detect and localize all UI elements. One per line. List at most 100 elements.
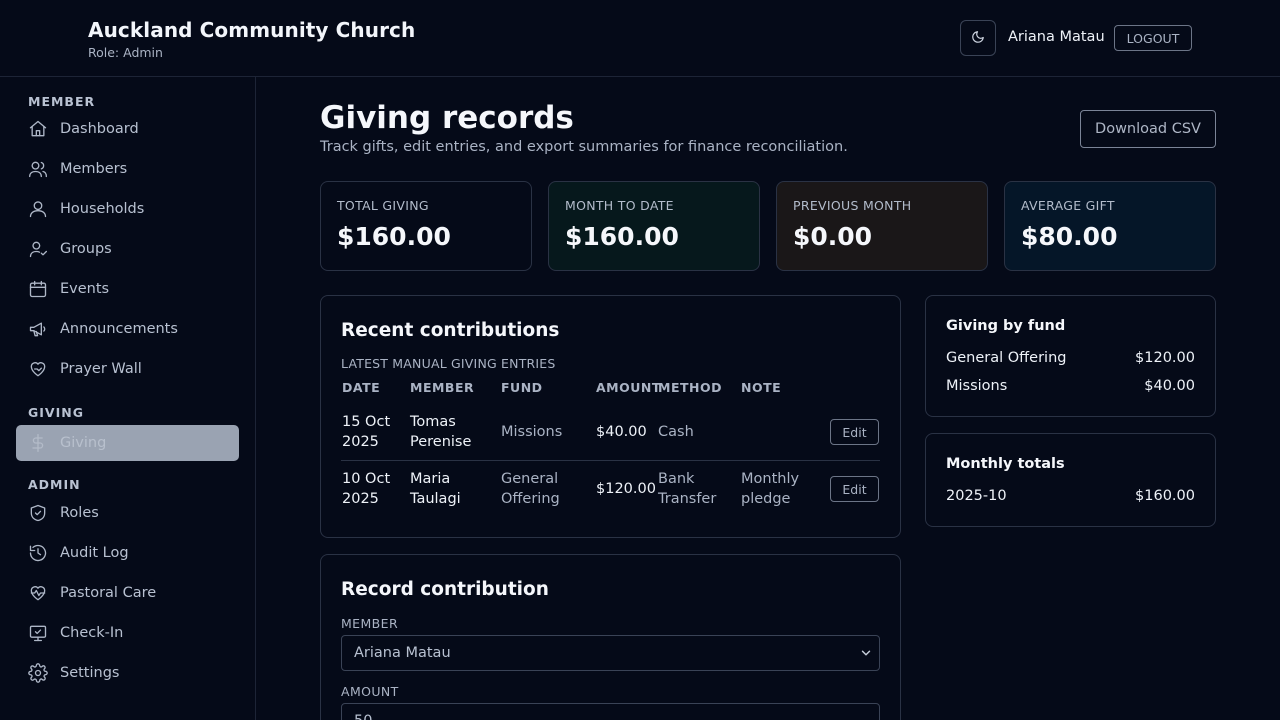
record-contribution-card: Record contribution MEMBER Ariana Matau …	[320, 554, 901, 720]
sidebar-item-label: Groups	[60, 241, 112, 257]
sidebar-item-label: Households	[60, 201, 145, 217]
sidebar-item-announcements[interactable]: Announcements	[16, 311, 239, 347]
sidebar-item-households[interactable]: Households	[16, 191, 239, 227]
edit-button[interactable]: Edit	[830, 419, 879, 445]
top-bar: Auckland Community Church Role: Admin Ar…	[0, 0, 1280, 77]
month-amount: $160.00	[1135, 488, 1195, 504]
sidebar-item-label: Check-In	[60, 625, 124, 641]
sidebar-item-label: Events	[60, 281, 110, 297]
sidebar-item-label: Pastoral Care	[60, 585, 157, 601]
sidebar-item-dashboard[interactable]: Dashboard	[16, 111, 239, 147]
brand: Auckland Community Church Role: Admin	[88, 18, 415, 60]
users-icon	[27, 158, 49, 180]
sidebar-item-giving[interactable]: Giving	[16, 425, 239, 461]
month-name: 2025-10	[946, 488, 1007, 504]
card-title: Recent contributions	[341, 320, 560, 341]
page-title: Giving records	[320, 100, 574, 136]
cell-member: Tomas Perenise	[410, 414, 472, 450]
column-header-fund: FUND	[501, 380, 543, 395]
sidebar-item-audit-log[interactable]: Audit Log	[16, 535, 239, 571]
list-item: 2025-10 $160.00	[946, 488, 1195, 504]
card-title: Giving by fund	[946, 318, 1066, 334]
amount-label: AMOUNT	[341, 684, 399, 699]
sidebar-item-label: Roles	[60, 505, 99, 521]
dollar-icon	[27, 432, 49, 454]
fund-name: Missions	[946, 378, 1008, 394]
sidebar-item-events[interactable]: Events	[16, 271, 239, 307]
section-label-admin: ADMIN	[28, 477, 81, 492]
column-header-amount: AMOUNT	[596, 380, 661, 395]
stat-card-total-giving: TOTAL GIVING $160.00	[320, 181, 532, 271]
stat-value: $160.00	[337, 222, 451, 251]
heart-hands-icon	[27, 358, 49, 380]
sidebar-item-label: Giving	[60, 435, 107, 451]
gear-icon	[27, 662, 49, 684]
stat-value: $160.00	[565, 222, 679, 251]
logout-button[interactable]: LOGOUT	[1114, 25, 1192, 51]
amount-input[interactable]: 50	[341, 703, 880, 720]
fund-amount: $40.00	[1144, 378, 1195, 394]
org-name: Auckland Community Church	[88, 18, 416, 42]
cell-method: Cash	[658, 424, 694, 440]
sidebar-item-label: Announcements	[60, 321, 178, 337]
home-icon	[27, 118, 49, 140]
chevron-down-icon	[859, 646, 873, 664]
column-header-method: METHOD	[658, 380, 722, 395]
fund-name: General Offering	[946, 350, 1067, 366]
download-csv-button[interactable]: Download CSV	[1080, 110, 1216, 148]
stat-value: $80.00	[1021, 222, 1118, 251]
sidebar-item-label: Dashboard	[60, 121, 139, 137]
stat-card-average-gift: AVERAGE GIFT $80.00	[1004, 181, 1216, 271]
user-role: Role: Admin	[88, 45, 163, 60]
list-item: Missions $40.00	[946, 378, 1195, 394]
monthly-totals-card: Monthly totals 2025-10 $160.00	[925, 433, 1216, 527]
row-divider	[341, 460, 880, 461]
sidebar-item-label: Members	[60, 161, 128, 177]
sidebar-item-settings[interactable]: Settings	[16, 655, 239, 691]
recent-contributions-card: Recent contributions LATEST MANUAL GIVIN…	[320, 295, 901, 538]
shield-icon	[27, 502, 49, 524]
card-title: Monthly totals	[946, 456, 1065, 472]
sidebar-item-label: Prayer Wall	[60, 361, 142, 377]
cell-date: 15 Oct 2025	[342, 414, 391, 450]
column-header-date: DATE	[342, 380, 381, 395]
sidebar-item-label: Settings	[60, 665, 120, 681]
cell-date: 10 Oct 2025	[342, 471, 391, 507]
household-icon	[27, 198, 49, 220]
cell-note: Monthly pledge	[741, 471, 800, 507]
sidebar-item-pastoral-care[interactable]: Pastoral Care	[16, 575, 239, 611]
megaphone-icon	[27, 318, 49, 340]
sidebar-item-prayer-wall[interactable]: Prayer Wall	[16, 351, 239, 387]
stat-label: PREVIOUS MONTH	[793, 198, 912, 213]
member-label: MEMBER	[341, 616, 399, 631]
edit-button[interactable]: Edit	[830, 476, 879, 502]
sidebar: MEMBER Dashboard Members Households Grou…	[0, 77, 256, 720]
cell-fund: General Offering	[501, 471, 560, 507]
column-header-note: NOTE	[741, 380, 782, 395]
member-select[interactable]: Ariana Matau	[341, 635, 880, 671]
cell-amount: $40.00	[596, 424, 647, 440]
section-label-giving: GIVING	[28, 405, 84, 420]
cell-fund: Missions	[501, 424, 563, 440]
sidebar-item-check-in[interactable]: Check-In	[16, 615, 239, 651]
stat-card-previous-month: PREVIOUS MONTH $0.00	[776, 181, 988, 271]
theme-toggle-button[interactable]	[960, 20, 996, 56]
member-select-value: Ariana Matau	[354, 645, 451, 661]
stat-label: TOTAL GIVING	[337, 198, 429, 213]
page-subtitle: Track gifts, edit entries, and export su…	[320, 139, 848, 155]
giving-by-fund-card: Giving by fund General Offering $120.00 …	[925, 295, 1216, 417]
section-label-member: MEMBER	[28, 94, 96, 109]
sidebar-item-members[interactable]: Members	[16, 151, 239, 187]
calendar-icon	[27, 278, 49, 300]
moon-icon	[971, 30, 985, 47]
list-item: General Offering $120.00	[946, 350, 1195, 366]
sidebar-item-label: Audit Log	[60, 545, 129, 561]
user-name: Ariana Matau	[1008, 29, 1105, 45]
groups-icon	[27, 238, 49, 260]
sidebar-item-roles[interactable]: Roles	[16, 495, 239, 531]
monitor-check-icon	[27, 622, 49, 644]
table-caption: LATEST MANUAL GIVING ENTRIES	[341, 356, 556, 371]
stat-card-month-to-date: MONTH TO DATE $160.00	[548, 181, 760, 271]
sidebar-item-groups[interactable]: Groups	[16, 231, 239, 267]
history-icon	[27, 542, 49, 564]
